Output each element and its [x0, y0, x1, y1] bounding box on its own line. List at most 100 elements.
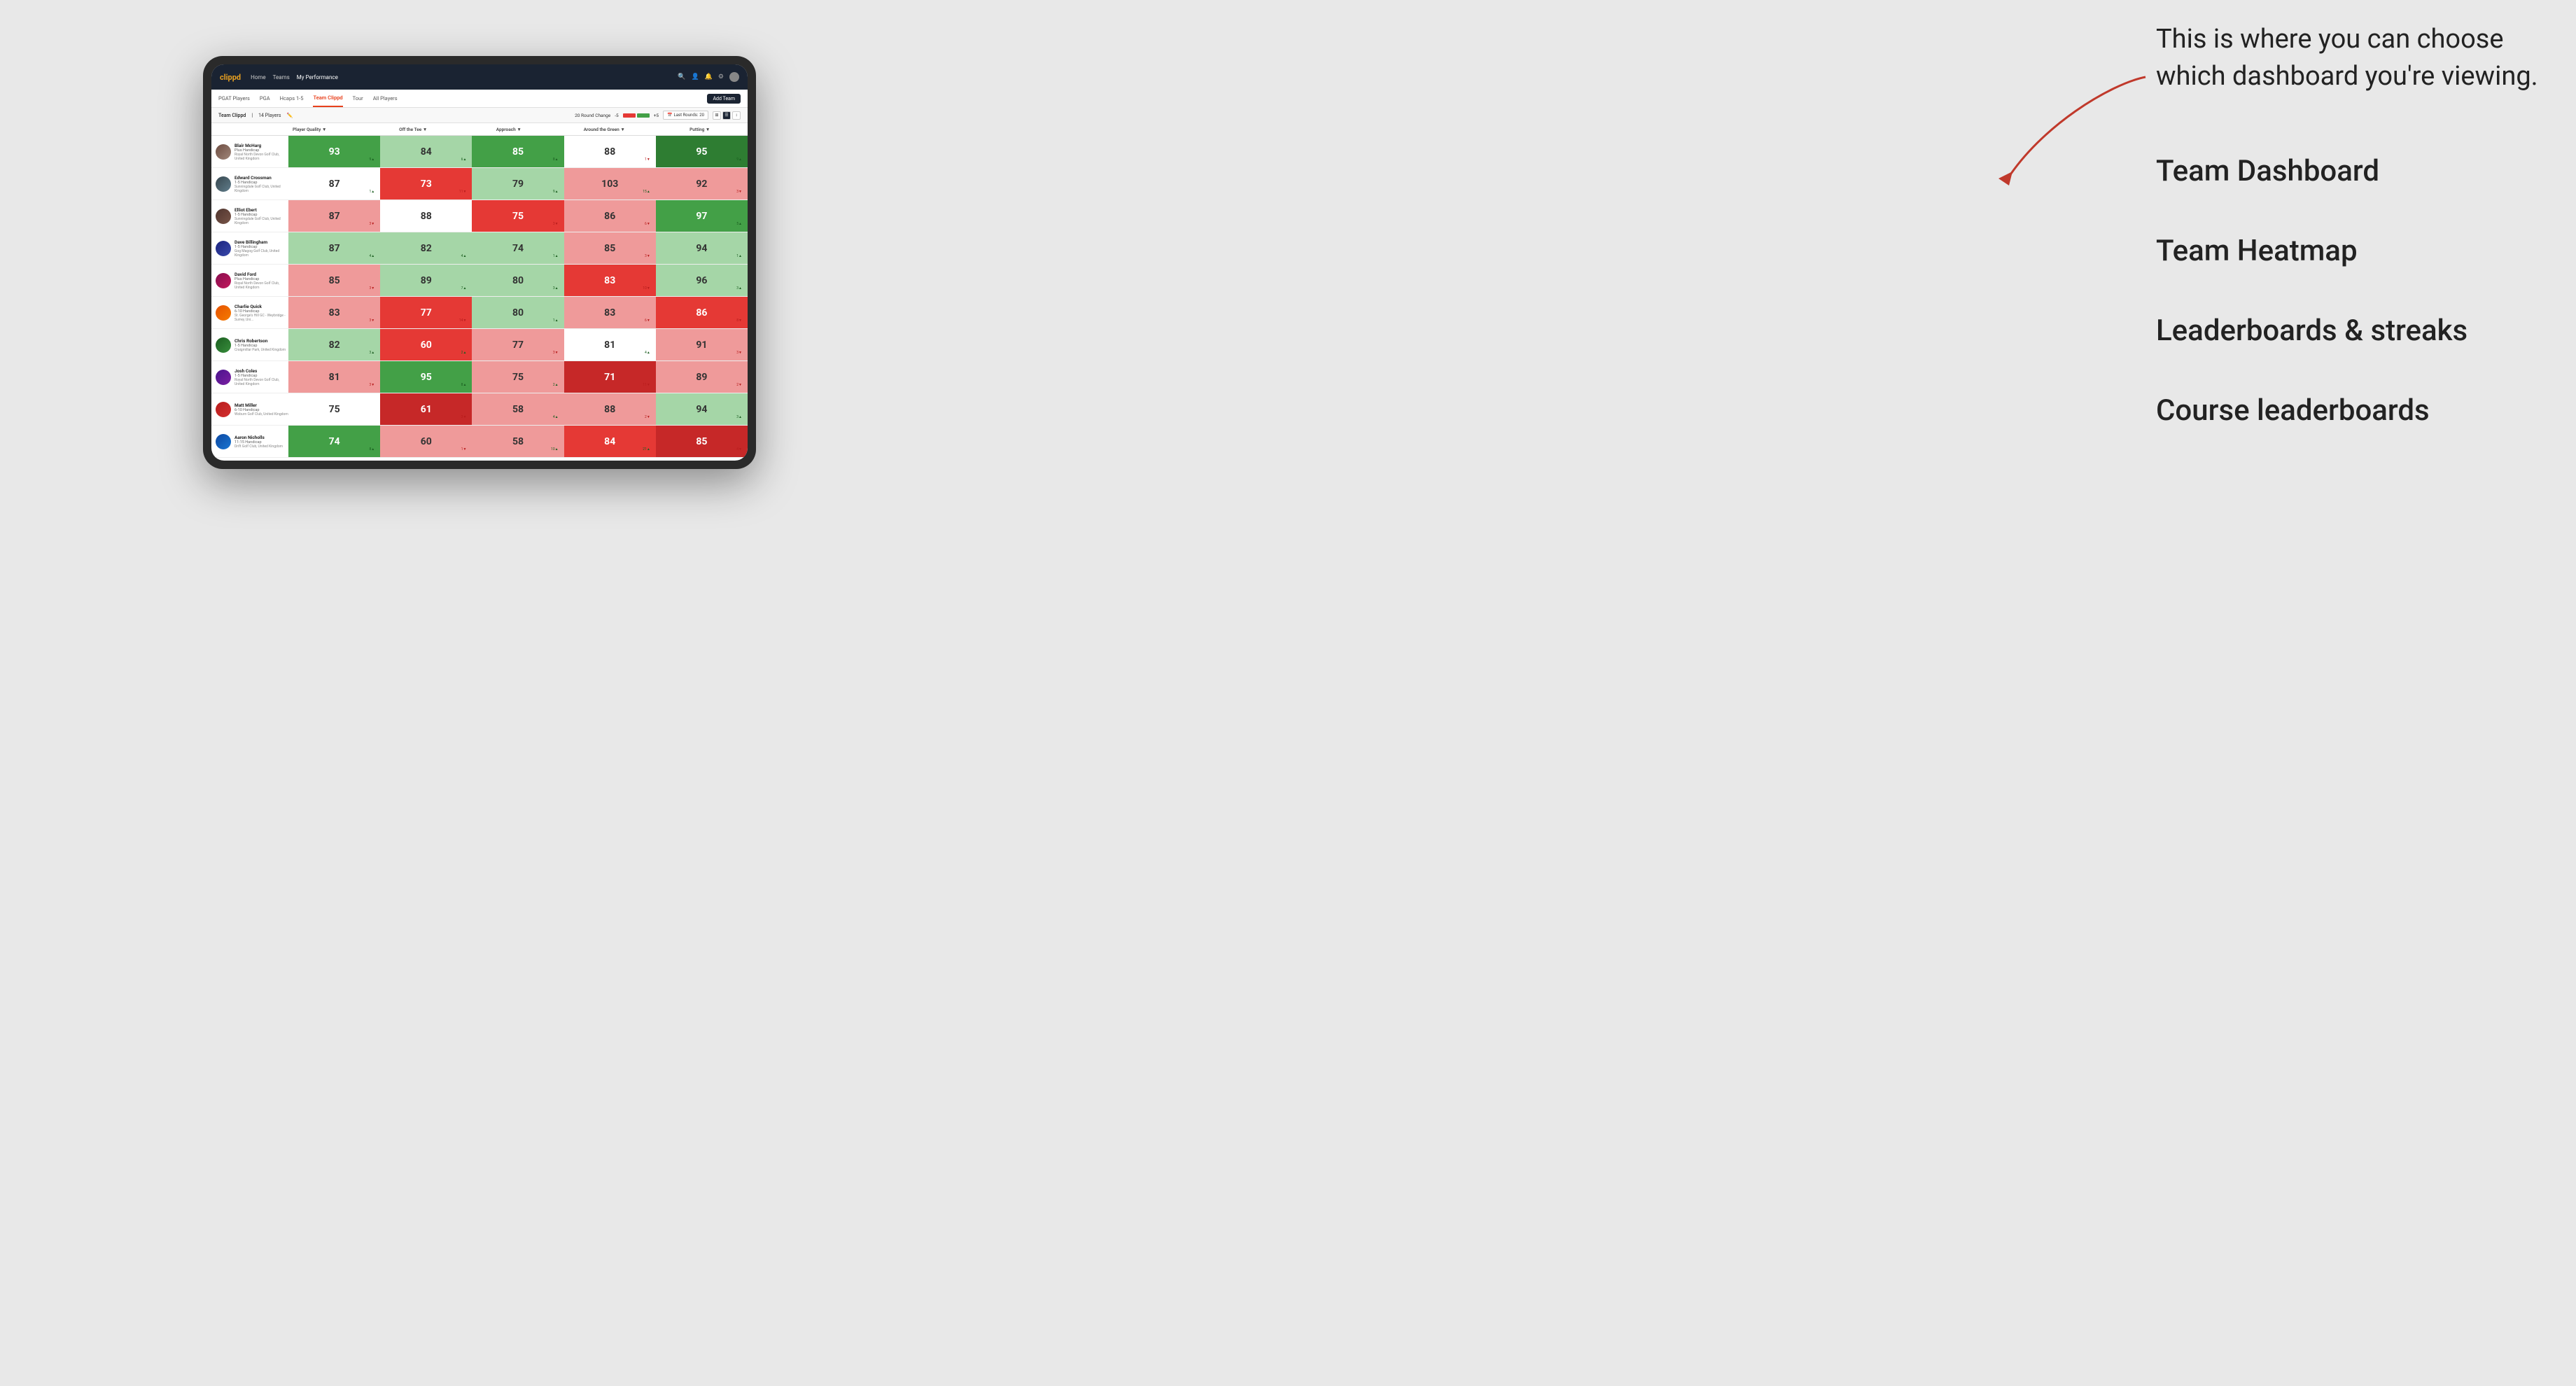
- score-value: 92: [696, 178, 707, 190]
- bar-red: [623, 113, 636, 118]
- score-value: 86: [696, 307, 707, 318]
- table-header-row: Player Quality ▼ Off the Tee ▼ Approach …: [211, 123, 748, 136]
- score-change: 3▼: [461, 415, 467, 419]
- score-value: 87: [329, 243, 340, 254]
- range-high: +5: [654, 113, 659, 118]
- score-value: 89: [421, 275, 432, 286]
- sub-nav-hcaps[interactable]: Hcaps 1-5: [280, 90, 304, 107]
- nav-link-teams[interactable]: Teams: [273, 74, 290, 80]
- score-change: 2▲: [553, 383, 559, 387]
- player-name: Chris Robertson: [234, 338, 286, 344]
- player-name: Matt Miller: [234, 402, 288, 408]
- score-value: 88: [604, 146, 615, 158]
- score-value: 93: [329, 146, 340, 158]
- score-value: 81: [604, 340, 615, 351]
- user-icon[interactable]: 👤: [691, 74, 699, 80]
- score-change: 3▼: [369, 222, 374, 226]
- score-cell-putting: 941▲: [656, 232, 748, 264]
- score-value: 71: [604, 372, 615, 383]
- grid-view-button[interactable]: ⊞: [713, 111, 721, 120]
- score-cell-off-tee: 601▼: [380, 426, 472, 457]
- score-cell-putting: 913▼: [656, 329, 748, 360]
- nav-link-home[interactable]: Home: [251, 74, 266, 80]
- avatar[interactable]: [729, 72, 739, 82]
- sub-nav-tour[interactable]: Tour: [353, 90, 363, 107]
- score-value: 82: [329, 340, 340, 351]
- score-change: 7▲: [461, 286, 467, 290]
- settings-icon[interactable]: ⚙: [718, 74, 724, 80]
- score-value: 74: [512, 243, 524, 254]
- table-row[interactable]: Elliot Ebert1-5 HandicapSunningdale Golf…: [211, 200, 748, 232]
- score-cell-approach: 799▲: [472, 168, 564, 200]
- table-row[interactable]: Chris Robertson1-5 HandicapCraigmillar P…: [211, 329, 748, 361]
- player-info: Aaron Nicholls11-15 HandicapDrift Golf C…: [211, 434, 288, 449]
- player-info: Elliot Ebert1-5 HandicapSunningdale Golf…: [211, 207, 288, 225]
- score-value: 86: [604, 211, 615, 222]
- score-cell-off-tee: 958▲: [380, 361, 472, 393]
- score-value: 85: [696, 436, 707, 447]
- score-change: 3▼: [736, 351, 742, 355]
- player-details: Chris Robertson1-5 HandicapCraigmillar P…: [234, 338, 286, 352]
- score-cell-player-quality: 833▼: [288, 297, 380, 328]
- score-value: 88: [604, 404, 615, 415]
- bar-green: [637, 113, 650, 118]
- search-icon[interactable]: 🔍: [678, 74, 685, 80]
- score-change: 14▼: [459, 318, 467, 323]
- score-value: 88: [421, 211, 432, 222]
- player-club: St. George's Hill GC - Weybridge - Surre…: [234, 314, 288, 322]
- table-row[interactable]: Charlie Quick6-10 HandicapSt. George's H…: [211, 297, 748, 329]
- player-details: Aaron Nicholls11-15 HandicapDrift Golf C…: [234, 435, 283, 449]
- score-value: 95: [696, 146, 707, 158]
- player-avatar: [216, 241, 231, 256]
- annotation-item-4: Course leaderboards: [2156, 391, 2562, 432]
- score-value: 83: [329, 307, 340, 318]
- last-rounds-label: Last Rounds:: [674, 113, 699, 118]
- score-cell-player-quality: 873▼: [288, 200, 380, 232]
- table-row[interactable]: Matt Miller6-10 HandicapWoburn Golf Club…: [211, 393, 748, 426]
- add-team-button[interactable]: Add Team: [707, 94, 741, 104]
- score-cell-around-green: 836▼: [564, 297, 656, 328]
- edit-icon[interactable]: ✏️: [287, 113, 293, 118]
- player-avatar: [216, 144, 231, 160]
- score-change: 10▼: [643, 286, 650, 290]
- table-row[interactable]: David FordPlus HandicapRoyal North Devon…: [211, 265, 748, 297]
- bell-icon[interactable]: 🔔: [705, 74, 713, 80]
- table-row[interactable]: Blair McHargPlus HandicapRoyal North Dev…: [211, 136, 748, 168]
- score-value: 73: [421, 178, 432, 190]
- player-info: Chris Robertson1-5 HandicapCraigmillar P…: [211, 337, 288, 353]
- table-area: Player Quality ▼ Off the Tee ▼ Approach …: [211, 123, 748, 461]
- sub-nav-pgat[interactable]: PGAT Players: [218, 90, 250, 107]
- player-info: Edward Crossman1-5 HandicapSunningdale G…: [211, 175, 288, 193]
- nav-link-myperformance[interactable]: My Performance: [297, 74, 338, 80]
- sub-nav-pga[interactable]: PGA: [260, 90, 270, 107]
- nav-links: Home Teams My Performance: [251, 74, 678, 80]
- score-cell-player-quality: 813▼: [288, 361, 380, 393]
- sub-nav: PGAT Players PGA Hcaps 1-5 Team Clippd T…: [211, 90, 748, 108]
- table-row[interactable]: Edward Crossman1-5 HandicapSunningdale G…: [211, 168, 748, 200]
- score-cell-around-green: 814▲: [564, 329, 656, 360]
- score-value: 60: [421, 340, 432, 351]
- score-change: 2▲: [461, 351, 467, 355]
- chart-view-button[interactable]: ↕: [732, 111, 741, 120]
- sub-nav-allplayers[interactable]: All Players: [373, 90, 398, 107]
- score-cell-off-tee: 7714▼: [380, 297, 472, 328]
- sub-nav-teamclippd[interactable]: Team Clippd: [313, 90, 342, 107]
- score-change: 6▲: [461, 158, 467, 162]
- table-row[interactable]: Dave Billingham1-5 HandicapGog Magog Gol…: [211, 232, 748, 265]
- annotation-arrow: [1984, 70, 2160, 196]
- table-view-button[interactable]: ☰: [722, 111, 731, 120]
- score-cell-player-quality: 874▲: [288, 232, 380, 264]
- col-header-approach: Approach ▼: [461, 127, 557, 132]
- table-row[interactable]: Josh Coles1-5 HandicapRoyal North Devon …: [211, 361, 748, 393]
- team-separator: |: [251, 113, 253, 118]
- last-rounds-button[interactable]: 📅 Last Rounds: 20: [663, 111, 708, 120]
- player-avatar: [216, 434, 231, 449]
- score-change: 5▲: [736, 222, 742, 226]
- table-row[interactable]: Aaron Nicholls11-15 HandicapDrift Golf C…: [211, 426, 748, 458]
- player-name: Aaron Nicholls: [234, 435, 283, 440]
- score-change: 3▲: [736, 286, 742, 290]
- score-cell-off-tee: 613▼: [380, 393, 472, 425]
- score-cell-approach: 773▼: [472, 329, 564, 360]
- score-cell-putting: 959▲: [656, 136, 748, 167]
- calendar-icon: 📅: [667, 113, 672, 118]
